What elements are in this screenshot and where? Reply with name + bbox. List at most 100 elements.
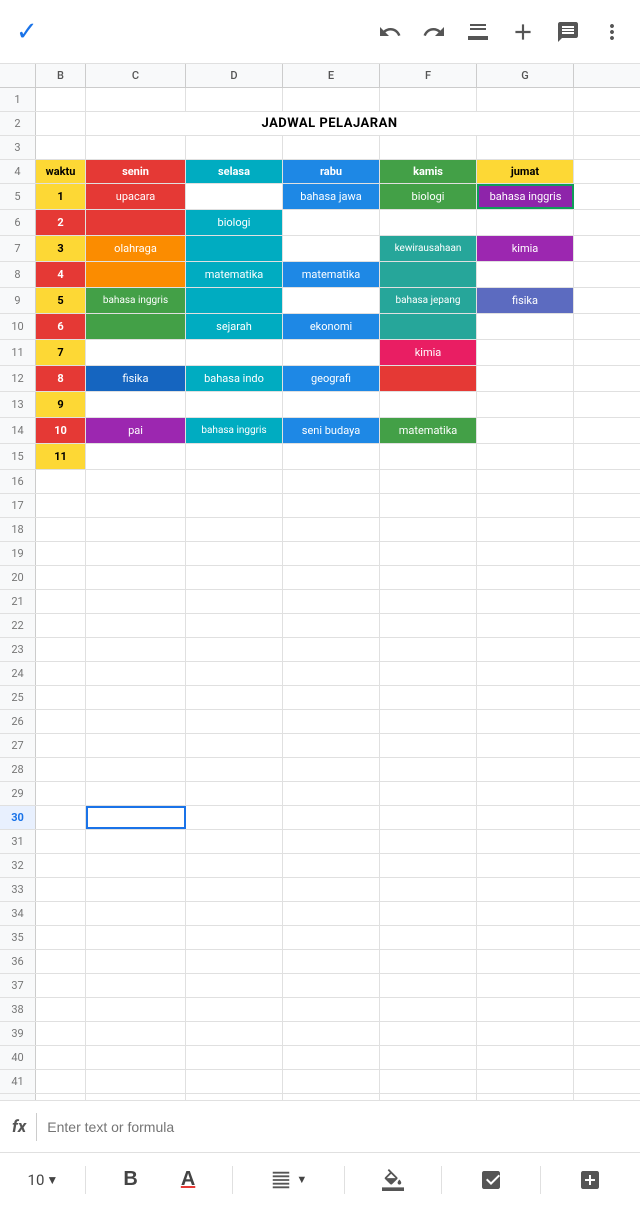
cell-f14[interactable]: matematika [380, 418, 477, 443]
cell-e30[interactable] [283, 806, 380, 829]
header-waktu[interactable]: waktu [36, 160, 86, 183]
cell-g15[interactable] [477, 444, 574, 469]
cell-d7[interactable] [186, 236, 283, 261]
cell-g5[interactable]: bahasa inggris [477, 184, 574, 209]
cell-d10[interactable]: sejarah [186, 314, 283, 339]
cell-b2[interactable] [36, 112, 86, 135]
header-kamis[interactable]: kamis [380, 160, 477, 183]
header-senin[interactable]: senin [86, 160, 186, 183]
cell-g7[interactable]: kimia [477, 236, 574, 261]
fill-color-button[interactable] [372, 1163, 414, 1197]
cell-e15[interactable] [283, 444, 380, 469]
col-header-e[interactable]: E [283, 64, 380, 87]
cell-g8[interactable] [477, 262, 574, 287]
cell-c11[interactable] [86, 340, 186, 365]
save-sheet-button[interactable] [469, 1162, 513, 1198]
cell-d12[interactable]: bahasa indo [186, 366, 283, 391]
cell-d30[interactable] [186, 806, 283, 829]
cell-f15[interactable] [380, 444, 477, 469]
cell-e1[interactable] [283, 88, 380, 111]
cell-e12[interactable]: geografi [283, 366, 380, 391]
cell-b9[interactable]: 5 [36, 288, 86, 313]
col-header-b[interactable]: B [36, 64, 86, 87]
cell-f12[interactable] [380, 366, 477, 391]
cell-d14[interactable]: bahasa inggris [186, 418, 283, 443]
cell-e10[interactable]: ekonomi [283, 314, 380, 339]
cell-d11[interactable] [186, 340, 283, 365]
cell-c30-selected[interactable] [86, 806, 186, 829]
cell-c6[interactable] [86, 210, 186, 235]
redo-button[interactable] [422, 20, 446, 44]
col-header-f[interactable]: F [380, 64, 477, 87]
cell-g1[interactable] [477, 88, 574, 111]
cell-c5[interactable]: upacara [86, 184, 186, 209]
cell-f8[interactable] [380, 262, 477, 287]
cell-c12[interactable]: fisika [86, 366, 186, 391]
insert-sheet-button[interactable] [568, 1162, 612, 1198]
cell-g6[interactable] [477, 210, 574, 235]
cell-c13[interactable] [86, 392, 186, 417]
undo-button[interactable] [378, 20, 402, 44]
cell-f30[interactable] [380, 806, 477, 829]
cell-f9[interactable]: bahasa jepang [380, 288, 477, 313]
cell-f11[interactable]: kimia [380, 340, 477, 365]
cell-e6[interactable] [283, 210, 380, 235]
comment-button[interactable] [556, 20, 580, 44]
cell-b14[interactable]: 10 [36, 418, 86, 443]
cell-d15[interactable] [186, 444, 283, 469]
font-size-selector[interactable]: 10 ▼ [28, 1171, 59, 1189]
cell-g13[interactable] [477, 392, 574, 417]
cell-e5[interactable]: bahasa jawa [283, 184, 380, 209]
cell-c15[interactable] [86, 444, 186, 469]
cell-g10[interactable] [477, 314, 574, 339]
font-size-chevron[interactable]: ▼ [46, 1173, 58, 1187]
cell-g3[interactable] [477, 136, 574, 159]
cell-g9[interactable]: fisika [477, 288, 574, 313]
cell-f6[interactable] [380, 210, 477, 235]
cell-d6[interactable]: biologi [186, 210, 283, 235]
cell-c9[interactable]: bahasa inggris [86, 288, 186, 313]
cell-f10[interactable] [380, 314, 477, 339]
checkmark-icon[interactable]: ✓ [16, 17, 38, 47]
cell-b15[interactable]: 11 [36, 444, 86, 469]
cell-c8[interactable] [86, 262, 186, 287]
cell-b1[interactable] [36, 88, 86, 111]
cell-g11[interactable] [477, 340, 574, 365]
cell-d13[interactable] [186, 392, 283, 417]
cell-e11[interactable] [283, 340, 380, 365]
cell-b8[interactable]: 4 [36, 262, 86, 287]
cell-b12[interactable]: 8 [36, 366, 86, 391]
align-button[interactable]: ▼ [260, 1163, 317, 1197]
cell-f5[interactable]: biologi [380, 184, 477, 209]
cell-c14[interactable]: pai [86, 418, 186, 443]
cell-c10[interactable] [86, 314, 186, 339]
cell-b10[interactable]: 6 [36, 314, 86, 339]
header-rabu[interactable]: rabu [283, 160, 380, 183]
bold-button[interactable]: B [113, 1162, 147, 1197]
cell-b7[interactable]: 3 [36, 236, 86, 261]
cell-f13[interactable] [380, 392, 477, 417]
cell-f1[interactable] [380, 88, 477, 111]
header-jumat[interactable]: jumat [477, 160, 574, 183]
cell-f3[interactable] [380, 136, 477, 159]
cell-b30[interactable] [36, 806, 86, 829]
cell-e7[interactable] [283, 236, 380, 261]
more-options-button[interactable] [600, 20, 624, 44]
cell-d9[interactable] [186, 288, 283, 313]
cell-c3[interactable] [86, 136, 186, 159]
cell-b3[interactable] [36, 136, 86, 159]
font-format-button[interactable] [466, 20, 490, 44]
col-header-d[interactable]: D [186, 64, 283, 87]
cell-g30[interactable] [477, 806, 574, 829]
cell-d1[interactable] [186, 88, 283, 111]
cell-e13[interactable] [283, 392, 380, 417]
col-header-g[interactable]: G [477, 64, 574, 87]
cell-g14[interactable] [477, 418, 574, 443]
cell-e3[interactable] [283, 136, 380, 159]
cell-e8[interactable]: matematika [283, 262, 380, 287]
cell-c7[interactable]: olahraga [86, 236, 186, 261]
cell-g12[interactable] [477, 366, 574, 391]
cell-f7[interactable]: kewirausahaan [380, 236, 477, 261]
cell-c1[interactable] [86, 88, 186, 111]
col-header-c[interactable]: C [86, 64, 186, 87]
